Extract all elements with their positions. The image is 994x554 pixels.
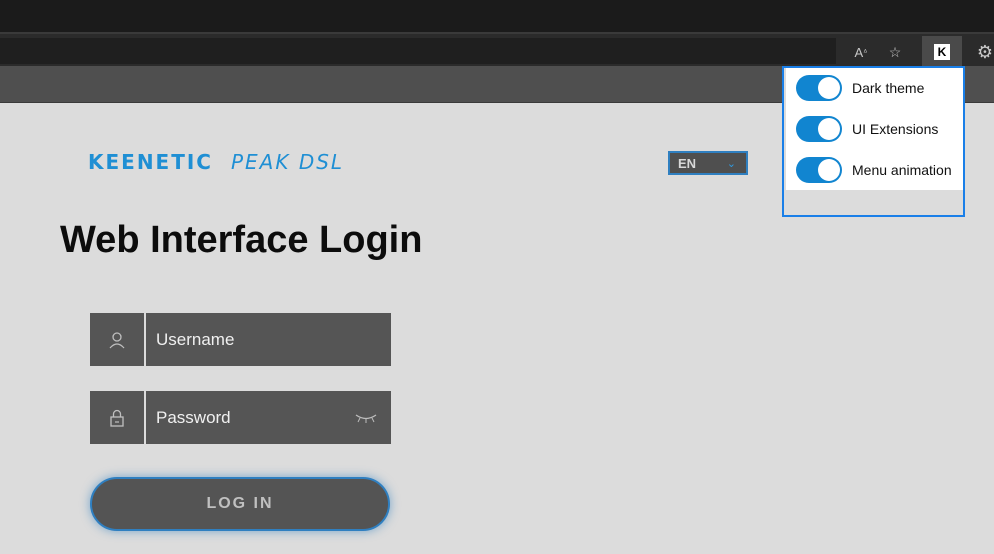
log-in-button[interactable]: LOG IN: [90, 477, 390, 531]
language-select[interactable]: EN ⌄: [668, 151, 748, 175]
add-favorite-icon[interactable]: ☆: [882, 39, 908, 65]
password-input[interactable]: Password: [146, 391, 391, 444]
toggle-label: UI Extensions: [852, 121, 939, 137]
password-field[interactable]: Password: [90, 391, 391, 444]
toggle-label: Dark theme: [852, 80, 925, 96]
language-value: EN: [678, 155, 697, 171]
keenetic-logo: KEENETIC PEAK DSL: [88, 150, 344, 174]
username-field[interactable]: Username: [90, 313, 391, 366]
address-field[interactable]: [0, 38, 836, 64]
username-input[interactable]: Username: [146, 313, 391, 366]
toggle-label: Menu animation: [852, 162, 952, 178]
chevron-down-icon: ⌄: [726, 157, 736, 170]
username-placeholder: Username: [156, 329, 235, 349]
toggle-menu-animation[interactable]: Menu animation: [796, 157, 952, 183]
logo-brand: KEENETIC: [88, 150, 213, 174]
password-placeholder: Password: [156, 407, 231, 427]
extension-popup: Dark theme UI Extensions Menu animation: [782, 66, 965, 217]
show-password-icon[interactable]: [355, 410, 377, 426]
keenetic-k-icon: K: [934, 44, 950, 60]
extensions-icon[interactable]: ⚙: [972, 39, 994, 65]
read-aloud-icon[interactable]: Aᐞ: [848, 39, 874, 65]
browser-title-bar: [0, 0, 994, 32]
toggle-ui-extensions[interactable]: UI Extensions: [796, 116, 938, 142]
logo-model: PEAK DSL: [230, 150, 345, 174]
page-title: Web Interface Login: [60, 219, 423, 261]
toggle-dark-theme[interactable]: Dark theme: [796, 75, 924, 101]
browser-toolbar: Aᐞ ☆ K ⚙: [0, 32, 994, 68]
menu-animation-switch[interactable]: [796, 157, 842, 183]
extension-popup-panel: Dark theme UI Extensions Menu animation: [786, 68, 963, 190]
dark-theme-switch[interactable]: [796, 75, 842, 101]
lock-icon: [90, 391, 144, 444]
user-icon: [90, 313, 144, 366]
keenetic-extension-button[interactable]: K: [922, 36, 962, 68]
ui-extensions-switch[interactable]: [796, 116, 842, 142]
